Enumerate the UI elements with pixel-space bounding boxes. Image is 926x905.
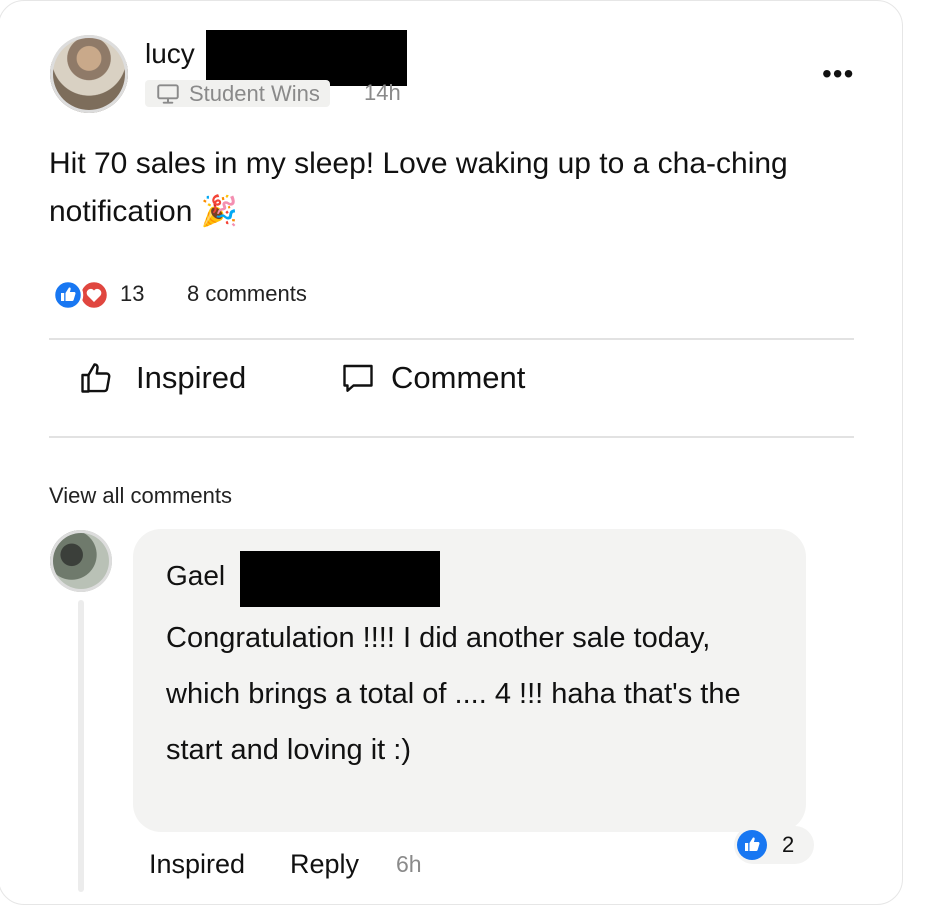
comment-reaction-badge[interactable]: 2 xyxy=(734,826,814,864)
comments-count-link[interactable]: 8 comments xyxy=(187,281,307,307)
comment-text: Congratulation !!!! I did another sale t… xyxy=(166,622,741,766)
redacted-surname xyxy=(206,30,407,86)
monitor-icon xyxy=(157,83,179,104)
thread-line xyxy=(78,600,84,892)
comment-author-name[interactable]: Gael xyxy=(166,560,225,592)
reaction-count[interactable]: 13 xyxy=(120,281,144,307)
post-text: Hit 70 sales in my sleep! Love waking up… xyxy=(49,147,788,228)
comment-inspired-button[interactable]: Inspired xyxy=(149,849,245,880)
category-label: Student Wins xyxy=(189,80,320,106)
view-all-comments-link[interactable]: View all comments xyxy=(49,483,232,509)
speech-bubble-icon xyxy=(343,364,373,392)
inspired-button[interactable]: Inspired xyxy=(78,360,246,396)
like-reaction-icon xyxy=(737,830,767,860)
redacted-surname xyxy=(240,551,440,607)
comment-reply-button[interactable]: Reply xyxy=(290,849,359,880)
comment-label: Comment xyxy=(391,360,526,395)
reaction-icons[interactable] xyxy=(52,279,112,311)
category-tag[interactable]: Student Wins xyxy=(145,80,330,107)
comment-time: 6h xyxy=(396,851,422,877)
divider xyxy=(49,338,854,340)
thumbs-up-icon xyxy=(81,363,111,393)
post-time: 14h xyxy=(364,80,401,105)
post-author-name[interactable]: lucy xyxy=(145,38,195,70)
divider xyxy=(49,436,854,438)
comment-button[interactable]: Comment xyxy=(340,360,525,396)
commenter-avatar[interactable] xyxy=(50,530,112,592)
more-options-button[interactable]: ••• xyxy=(822,58,854,90)
love-reaction-icon xyxy=(78,279,110,311)
inspired-label: Inspired xyxy=(136,360,247,395)
like-reaction-icon xyxy=(52,279,84,311)
author-avatar[interactable] xyxy=(50,35,128,113)
comment-like-count: 2 xyxy=(782,832,795,857)
